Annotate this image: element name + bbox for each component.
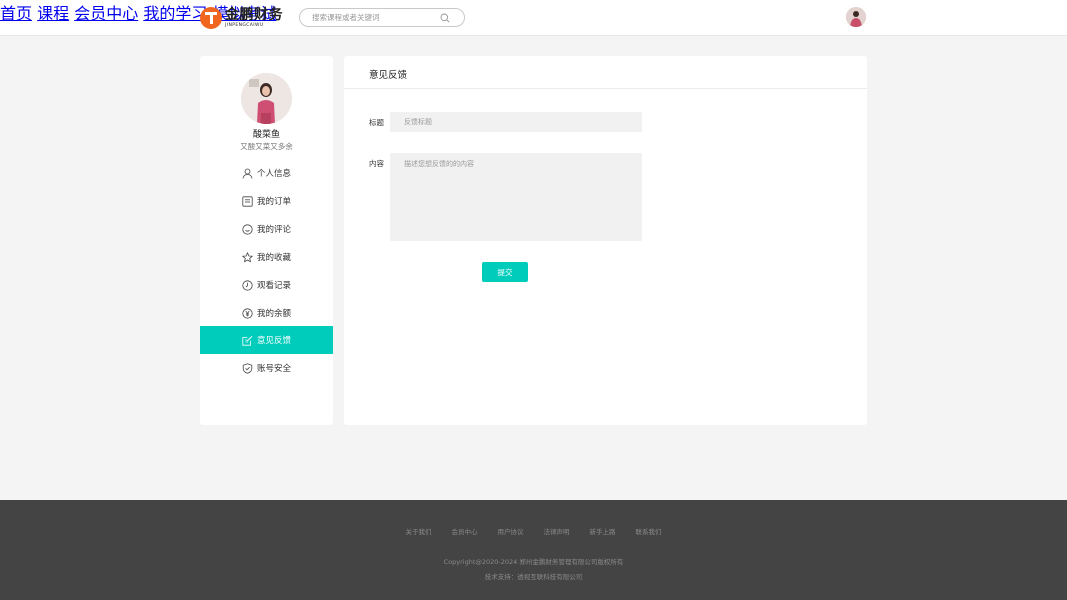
sidebar-item-security[interactable]: 账号安全 xyxy=(200,354,333,382)
profile-avatar-photo xyxy=(241,73,292,124)
edit-icon xyxy=(242,335,253,346)
sidebar-item-label: 观看记录 xyxy=(257,281,292,291)
search-box xyxy=(299,8,465,27)
footer-tech-support: 技术支持：透视互联科技有限公司 xyxy=(484,573,583,581)
footer-links: 关于我们 会员中心 用户协议 法律声明 新手上路 联系我们 xyxy=(0,526,1067,536)
sidebar-item-label: 我的收藏 xyxy=(257,253,292,263)
profile-avatar[interactable] xyxy=(241,73,292,124)
footer-link-contact[interactable]: 联系我们 xyxy=(636,526,662,536)
logo-mark-icon xyxy=(200,7,222,29)
footer-link-about[interactable]: 关于我们 xyxy=(406,526,432,536)
footer-link-member[interactable]: 会员中心 xyxy=(452,526,478,536)
star-icon xyxy=(242,251,253,262)
order-icon xyxy=(242,195,253,207)
sidebar-item-label: 个人信息 xyxy=(257,169,292,179)
sidebar-item-feedback[interactable]: 意见反馈 xyxy=(200,326,333,354)
site-footer: 关于我们 会员中心 用户协议 法律声明 新手上路 联系我们 Copyright@… xyxy=(0,500,1067,600)
nav-member-center[interactable]: 会员中心 xyxy=(74,4,138,23)
search-input[interactable] xyxy=(312,11,437,24)
profile-name: 酸菜鱼 xyxy=(252,130,280,140)
sidebar-item-profile[interactable]: 个人信息 xyxy=(200,159,333,187)
sidebar-item-label: 意见反馈 xyxy=(257,336,292,346)
nav-home[interactable]: 首页 xyxy=(0,4,32,23)
comment-icon xyxy=(242,223,253,235)
footer-link-legal[interactable]: 法律声明 xyxy=(544,526,570,536)
header-avatar[interactable] xyxy=(846,7,866,27)
submit-button[interactable]: 提交 xyxy=(482,262,528,282)
nav-my-learning[interactable]: 我的学习 xyxy=(143,4,207,23)
panel-header: 意见反馈 xyxy=(344,56,867,89)
page-title: 意见反馈 xyxy=(369,70,408,81)
title-label: 标题 xyxy=(369,118,384,127)
profile-signature: 又酸又菜又多余 xyxy=(240,142,293,151)
footer-copyright: Copyright@2020-2024 郑州金鹏财务管理有限公司版权所有 xyxy=(443,558,624,566)
logo-pinyin: JINPENGCAIWU xyxy=(225,22,264,28)
feedback-content-textarea[interactable] xyxy=(390,153,642,241)
sidebar-item-label: 我的余额 xyxy=(257,309,292,319)
clock-icon xyxy=(242,279,253,291)
feedback-title-input[interactable] xyxy=(390,112,642,132)
sidebar-item-favorites[interactable]: 我的收藏 xyxy=(200,243,333,271)
search-icon[interactable] xyxy=(440,13,450,23)
header-avatar-photo xyxy=(846,7,866,27)
footer-link-agreement[interactable]: 用户协议 xyxy=(498,526,524,536)
site-logo[interactable]: 金鹏财务 JINPENGCAIWU xyxy=(200,6,283,30)
nav-courses[interactable]: 课程 xyxy=(37,4,69,23)
yen-icon xyxy=(242,307,253,319)
feedback-panel: 意见反馈 标题 内容 提交 xyxy=(344,56,867,425)
logo-name: 金鹏财务 xyxy=(225,6,283,23)
sidebar-item-label: 账号安全 xyxy=(257,364,292,374)
sidebar-item-label: 我的评论 xyxy=(257,225,292,235)
sidebar-item-history[interactable]: 观看记录 xyxy=(200,271,333,299)
footer-link-guide[interactable]: 新手上路 xyxy=(590,526,616,536)
main-nav: 首页 课程 会员中心 我的学习 模拟考试 xyxy=(0,0,1067,24)
sidebar-item-orders[interactable]: 我的订单 xyxy=(200,187,333,215)
sidebar-item-comments[interactable]: 我的评论 xyxy=(200,215,333,243)
user-icon xyxy=(242,168,253,179)
sidebar-item-label: 我的订单 xyxy=(257,197,292,207)
shield-icon xyxy=(242,362,253,374)
top-header: 金鹏财务 JINPENGCAIWU 首页 课程 会员中心 我的学习 模拟考试 xyxy=(0,0,1067,36)
user-sidebar: 酸菜鱼 又酸又菜又多余 个人信息 我的订单 我的评论 我的收藏 观看记录 我的余… xyxy=(200,56,333,425)
content-label: 内容 xyxy=(369,159,384,168)
sidebar-item-balance[interactable]: 我的余额 xyxy=(200,299,333,327)
